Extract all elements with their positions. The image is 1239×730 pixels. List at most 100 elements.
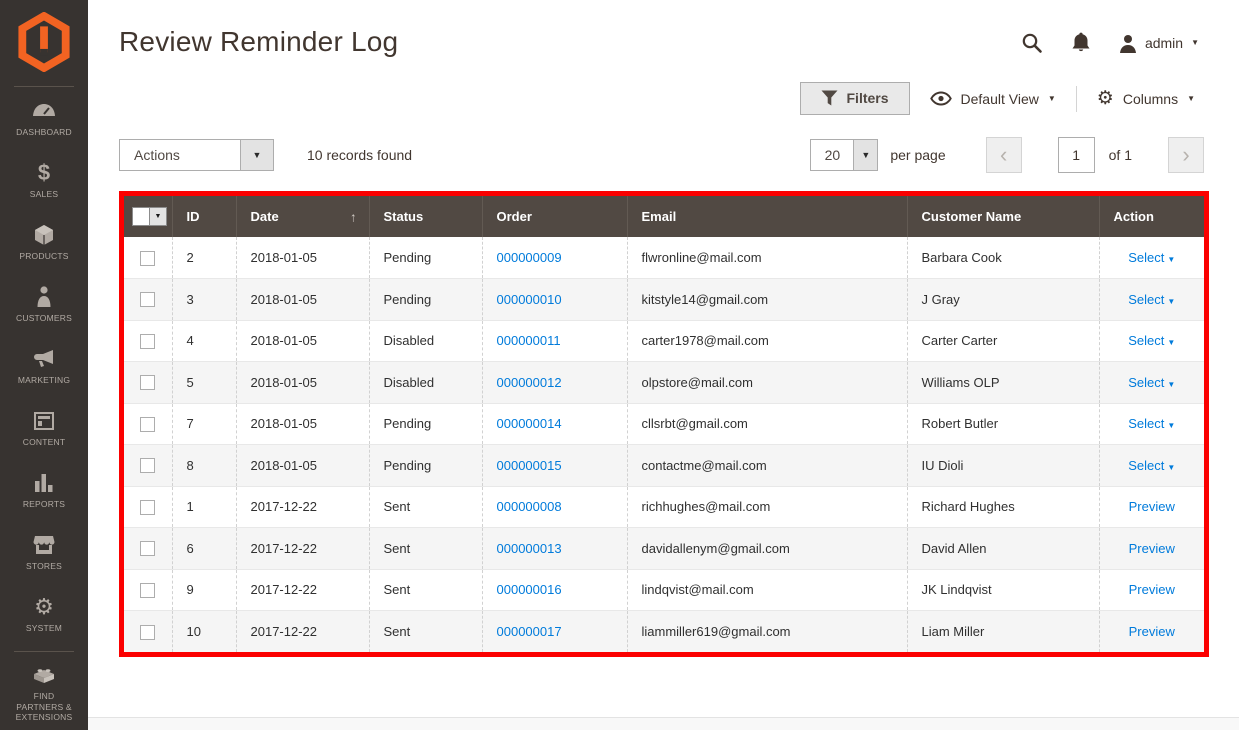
row-action-select[interactable]: Select ▼ (1128, 416, 1175, 431)
sidebar-item-customers[interactable]: CUSTOMERS (0, 273, 88, 335)
sidebar-item-label: SYSTEM (25, 622, 63, 633)
sidebar-item-dashboard[interactable]: DASHBOARD (0, 87, 88, 149)
order-link[interactable]: 000000010 (497, 292, 562, 307)
current-page-input[interactable] (1057, 137, 1095, 173)
sidebar-item-marketing[interactable]: MARKETING (0, 335, 88, 397)
row-checkbox[interactable] (140, 292, 156, 308)
column-header-customer-name[interactable]: Customer Name (906, 196, 1099, 237)
order-link[interactable]: 000000017 (497, 624, 562, 639)
table-row: 7 2018-01-05 Pending 000000014 cllsrbt@gmail… (124, 403, 1204, 445)
cell-customer-name: IU Dioli (906, 444, 1099, 487)
row-checkbox[interactable] (140, 458, 156, 474)
sidebar-item-extensions[interactable]: FIND PARTNERS & EXTENSIONS (0, 658, 88, 728)
column-header-email[interactable]: Email (626, 196, 907, 237)
cell-email: lindqvist@mail.com (626, 569, 907, 611)
cell-email: olpstore@mail.com (626, 361, 907, 404)
cell-date: 2017-12-22 (235, 610, 369, 652)
per-page-select[interactable]: 20 ▼ (810, 139, 879, 171)
row-action-preview[interactable]: Preview (1129, 541, 1175, 556)
cell-status: Sent (368, 569, 482, 611)
cell-email: flwronline@mail.com (626, 237, 907, 279)
row-checkbox[interactable] (140, 416, 156, 432)
row-action-preview[interactable]: Preview (1129, 582, 1175, 597)
row-checkbox[interactable] (140, 375, 156, 391)
header-select-all[interactable]: ▼ (124, 196, 172, 237)
cell-order: 000000013 (481, 527, 627, 570)
row-action-select[interactable]: Select ▼ (1128, 458, 1175, 473)
sidebar-item-products[interactable]: PRODUCTS (0, 211, 88, 273)
cell-order: 000000008 (481, 486, 627, 528)
column-header-date[interactable]: Date ↑ (235, 196, 369, 237)
caret-down-icon: ▼ (1167, 338, 1176, 348)
caret-down-icon: ▼ (1167, 421, 1176, 431)
row-checkbox[interactable] (140, 541, 156, 557)
cell-status: Disabled (368, 361, 482, 404)
cell-status: Sent (368, 610, 482, 652)
cell-checkbox (124, 444, 172, 487)
cell-checkbox (124, 278, 172, 321)
grid-controls-row: Actions ▼ 10 records found 20 ▼ per page… (119, 137, 1204, 173)
order-link[interactable]: 000000009 (497, 250, 562, 265)
actions-select-value: Actions (134, 147, 180, 163)
cell-action: Select ▼ (1098, 403, 1204, 445)
table-row: 5 2018-01-05 Disabled 000000012 olpstore@mai… (124, 361, 1204, 404)
actions-select[interactable]: Actions ▼ (119, 139, 274, 171)
admin-page: DASHBOARD $ SALES PRODUCTS CUSTOMERS MAR… (0, 0, 1239, 730)
extensions-icon (32, 663, 56, 687)
row-checkbox[interactable] (140, 582, 156, 598)
order-link[interactable]: 000000011 (497, 333, 561, 348)
order-link[interactable]: 000000015 (497, 458, 562, 473)
sidebar-item-sales[interactable]: $ SALES (0, 149, 88, 211)
order-link[interactable]: 000000016 (497, 582, 562, 597)
next-page-button[interactable]: › (1168, 137, 1204, 173)
row-action-select[interactable]: Select ▼ (1128, 333, 1175, 348)
row-checkbox[interactable] (140, 499, 156, 515)
row-checkbox[interactable] (140, 333, 156, 349)
order-link[interactable]: 000000013 (497, 541, 562, 556)
main-content: Review Reminder Log admin ▼ Filters Defa… (88, 0, 1239, 730)
row-action-preview[interactable]: Preview (1129, 499, 1175, 514)
sidebar-item-label: CUSTOMERS (16, 312, 72, 323)
admin-account-menu[interactable]: admin ▼ (1119, 34, 1199, 53)
sidebar-item-stores[interactable]: STORES (0, 521, 88, 583)
row-action-select[interactable]: Select ▼ (1128, 292, 1175, 307)
sidebar-item-system[interactable]: ⚙ SYSTEM (0, 583, 88, 645)
sidebar-item-content[interactable]: CONTENT (0, 397, 88, 459)
cell-date: 2017-12-22 (235, 486, 369, 528)
row-action-preview[interactable]: Preview (1129, 624, 1175, 639)
row-action-select[interactable]: Select ▼ (1128, 375, 1175, 390)
cell-status: Sent (368, 527, 482, 570)
columns-control[interactable]: ⚙ Columns ▼ (1097, 89, 1195, 108)
order-link[interactable]: 000000008 (497, 499, 562, 514)
cell-action: Select ▼ (1098, 361, 1204, 404)
sidebar-item-label: DASHBOARD (16, 126, 72, 137)
cell-email: kitstyle14@gmail.com (626, 278, 907, 321)
cell-customer-name: Barbara Cook (906, 237, 1099, 279)
previous-page-button[interactable]: ‹ (985, 137, 1022, 173)
column-header-action[interactable]: Action (1098, 196, 1204, 237)
search-icon[interactable] (1021, 32, 1043, 54)
notifications-bell-icon[interactable] (1071, 32, 1091, 54)
cell-customer-name: JK Lindqvist (906, 569, 1099, 611)
marketing-icon (33, 347, 55, 371)
cell-status: Sent (368, 486, 482, 528)
cell-customer-name: J Gray (906, 278, 1099, 321)
column-header-order[interactable]: Order (481, 196, 627, 237)
select-all-checkbox[interactable]: ▼ (132, 207, 167, 226)
cell-id: 3 (171, 278, 236, 321)
view-control[interactable]: Default View ▼ (929, 91, 1056, 107)
column-header-id[interactable]: ID (171, 196, 236, 237)
order-link[interactable]: 000000014 (497, 416, 562, 431)
row-action-select[interactable]: Select ▼ (1128, 250, 1175, 265)
order-link[interactable]: 000000012 (497, 375, 562, 390)
per-page-label: per page (890, 147, 946, 163)
row-checkbox[interactable] (140, 624, 156, 640)
magento-logo[interactable] (0, 0, 88, 86)
cell-action: Preview (1098, 610, 1204, 652)
sidebar-item-reports[interactable]: REPORTS (0, 459, 88, 521)
row-checkbox[interactable] (140, 250, 156, 266)
filters-button[interactable]: Filters (799, 82, 910, 115)
cell-status: Disabled (368, 320, 482, 362)
sidebar-item-label: FIND PARTNERS & EXTENSIONS (15, 691, 73, 723)
column-header-status[interactable]: Status (368, 196, 482, 237)
